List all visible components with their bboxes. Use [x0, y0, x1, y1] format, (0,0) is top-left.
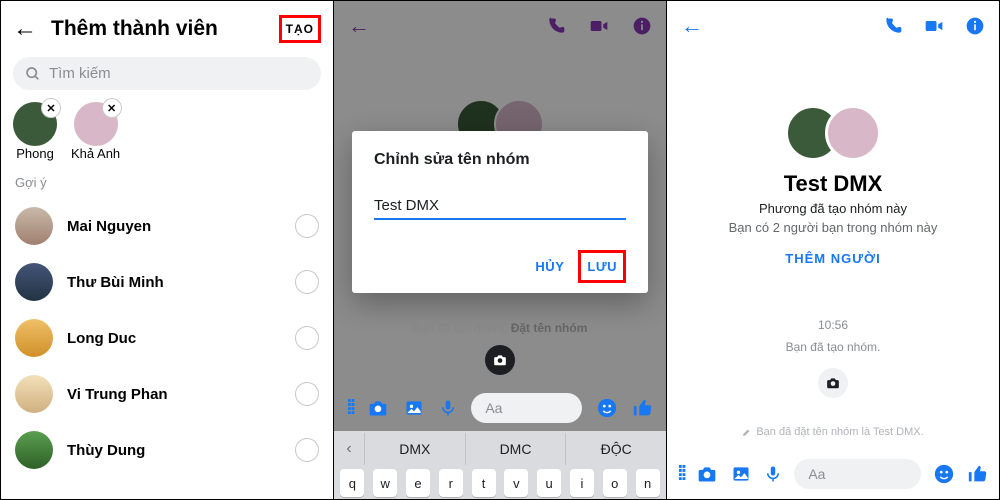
keyboard: ‹ DMX DMC ĐỘC q w e r t v u i o n [334, 431, 666, 499]
kb-key[interactable]: o [603, 469, 627, 497]
selected-member[interactable]: ✕ Phong [13, 102, 57, 161]
group-avatar [667, 105, 999, 161]
message-input[interactable]: Aa [794, 459, 921, 489]
kb-key[interactable]: n [636, 469, 660, 497]
create-button[interactable]: TẠO [279, 15, 321, 43]
apps-icon[interactable]: ⁞⁞ [677, 463, 684, 486]
group-name: Test DMX [667, 171, 999, 197]
select-radio[interactable] [295, 382, 319, 406]
suggestion-name: Thùy Dung [67, 442, 295, 459]
dialog-title: Chỉnh sửa tên nhóm [374, 151, 626, 169]
remove-icon[interactable]: ✕ [102, 98, 122, 118]
avatar [15, 263, 53, 301]
suggestion-name: Vi Trung Phan [67, 386, 295, 403]
like-icon[interactable] [632, 397, 654, 419]
remove-icon[interactable]: ✕ [41, 98, 61, 118]
video-call-icon[interactable] [923, 16, 945, 36]
selected-member-name: Khả Anh [71, 146, 120, 161]
add-people-button[interactable]: THÊM NGƯỜI [667, 251, 999, 266]
suggestion-row[interactable]: Mai Nguyen [1, 198, 333, 254]
mic-icon[interactable] [439, 397, 457, 419]
system-message: Bạn đã tạo nhóm. [667, 340, 999, 354]
selected-member-name: Phong [16, 146, 54, 161]
kb-key[interactable]: r [439, 469, 463, 497]
search-placeholder: Tìm kiếm [49, 65, 111, 82]
avatar [15, 319, 53, 357]
kb-key[interactable]: v [504, 469, 528, 497]
emoji-icon[interactable] [933, 463, 955, 485]
like-icon[interactable] [967, 463, 989, 485]
kb-key[interactable]: t [472, 469, 496, 497]
selected-member[interactable]: ✕ Khả Anh [71, 102, 120, 161]
creator-line: Phương đã tạo nhóm này [667, 201, 999, 216]
suggestions-label: Gợi ý [1, 171, 333, 198]
mic-icon[interactable] [764, 463, 782, 485]
apps-icon[interactable]: ⁞⁞ [346, 397, 353, 420]
selected-members-row: ✕ Phong ✕ Khả Anh [1, 102, 333, 171]
search-input[interactable]: Tìm kiếm [13, 57, 321, 90]
composer-bar: ⁞⁞ Aa [334, 385, 666, 431]
select-radio[interactable] [295, 214, 319, 238]
back-arrow-icon[interactable]: ← [681, 13, 703, 39]
avatar [15, 375, 53, 413]
emoji-icon[interactable] [596, 397, 618, 419]
page-title: Thêm thành viên [51, 17, 279, 41]
voice-call-icon[interactable] [883, 16, 903, 36]
select-radio[interactable] [295, 270, 319, 294]
kb-key[interactable]: w [373, 469, 397, 497]
suggestion-name: Mai Nguyen [67, 218, 295, 235]
save-button[interactable]: LƯU [578, 250, 626, 283]
group-name-input[interactable] [374, 195, 626, 220]
gallery-icon[interactable] [730, 464, 752, 484]
cancel-button[interactable]: HỦY [529, 253, 570, 280]
select-radio[interactable] [295, 438, 319, 462]
camera-icon[interactable] [696, 464, 718, 484]
suggestion-row[interactable]: Long Duc [1, 310, 333, 366]
camera-icon[interactable] [367, 398, 389, 418]
message-input[interactable]: Aa [471, 393, 582, 423]
avatar [15, 431, 53, 469]
select-radio[interactable] [295, 326, 319, 350]
back-arrow-icon[interactable]: ← [13, 15, 37, 43]
chevron-left-icon[interactable]: ‹ [334, 440, 364, 458]
kb-suggestion[interactable]: DMC [465, 433, 566, 465]
kb-key[interactable]: q [340, 469, 364, 497]
suggestion-row[interactable]: Thùy Dung [1, 422, 333, 478]
kb-key[interactable]: i [570, 469, 594, 497]
edit-icon [742, 427, 752, 437]
gallery-icon[interactable] [403, 398, 425, 418]
camera-button[interactable] [818, 368, 848, 398]
panel-group-created: ← Test DMX Phương đã tạo nhóm này Bạn có… [667, 1, 999, 499]
timestamp: 10:56 [667, 318, 999, 332]
kb-key[interactable]: u [537, 469, 561, 497]
named-group-line: Bạn đã đặt tên nhóm là Test DMX. [667, 426, 999, 438]
kb-suggestion[interactable]: DMX [364, 433, 465, 465]
suggestion-row[interactable]: Thư Bùi Minh [1, 254, 333, 310]
system-message: Bạn đã tạo nhóm. Đặt tên nhóm [334, 315, 666, 343]
info-icon[interactable] [965, 16, 985, 36]
rename-dialog: Chỉnh sửa tên nhóm HỦY LƯU [352, 131, 648, 293]
kb-suggestion[interactable]: ĐỘC [565, 433, 666, 465]
kb-key[interactable]: e [406, 469, 430, 497]
avatar [15, 207, 53, 245]
panel-add-members: ← Thêm thành viên TẠO Tìm kiếm ✕ Phong ✕… [1, 1, 334, 499]
suggestion-name: Thư Bùi Minh [67, 274, 295, 291]
search-icon [25, 66, 41, 82]
suggestion-name: Long Duc [67, 330, 295, 347]
panel-rename-dialog: ← Bạn đã tạo nhóm. Đặt tên nhóm ⁞⁞ [334, 1, 667, 499]
suggestion-row[interactable]: Vi Trung Phan [1, 366, 333, 422]
friends-count-line: Bạn có 2 người bạn trong nhóm này [667, 220, 999, 235]
camera-button[interactable] [485, 345, 515, 375]
composer-bar: ⁞⁞ Aa [667, 453, 999, 495]
